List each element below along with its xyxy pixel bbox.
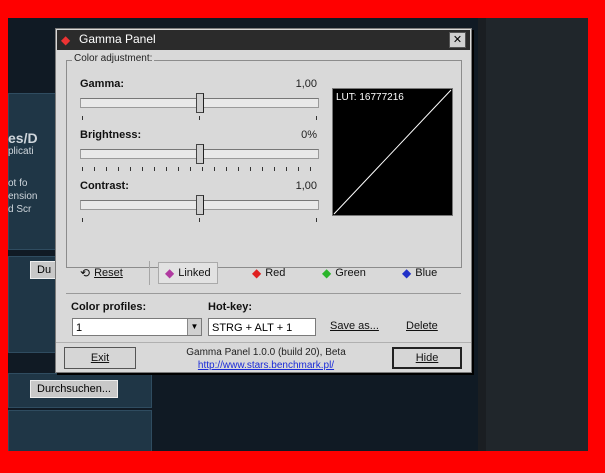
- blue-label: Blue: [415, 267, 438, 279]
- contrast-ticks: [80, 218, 317, 223]
- exit-label: Exit: [90, 352, 110, 364]
- exit-button[interactable]: Exit: [64, 347, 136, 369]
- hide-button[interactable]: Hide: [392, 347, 462, 369]
- screenshot-frame: es/D plicati ot fo ension d Scr Du Durch…: [8, 18, 588, 451]
- separator: [149, 261, 150, 285]
- brightness-value: 0%: [301, 129, 317, 141]
- chevron-down-icon[interactable]: ▼: [187, 319, 201, 335]
- window-title: Gamma Panel: [79, 32, 156, 46]
- color-adjustment-group: Color adjustment: Gamma: 1,00 Brightness…: [66, 53, 462, 268]
- color-profiles-label: Color profiles:: [71, 301, 147, 313]
- delete-button[interactable]: Delete: [406, 320, 438, 332]
- version-text: Gamma Panel 1.0.0 (build 20), Beta: [186, 347, 346, 358]
- blue-diamond-icon: ◆: [402, 266, 412, 280]
- background-text: ot fo: [8, 178, 28, 189]
- group-label: Color adjustment:: [72, 53, 155, 64]
- gamma-label: Gamma:: [80, 78, 125, 90]
- green-diamond-icon: ◆: [322, 266, 332, 280]
- background-text: plicati: [8, 146, 34, 157]
- red-diamond-icon: ◆: [252, 266, 262, 280]
- divider: [56, 342, 471, 343]
- red-label: Red: [265, 267, 286, 279]
- hide-label: Hide: [415, 352, 439, 364]
- color-profiles-select[interactable]: 1 ▼: [72, 318, 202, 336]
- reset-label: Reset: [94, 267, 123, 279]
- gamma-slider-thumb[interactable]: [196, 93, 204, 113]
- background-strip: [486, 18, 588, 451]
- gamma-value: 1,00: [295, 78, 317, 90]
- background-partial-button[interactable]: Du: [30, 261, 59, 279]
- hotkey-label: Hot-key:: [208, 301, 253, 313]
- rgb-diamonds-icon: ◆: [165, 266, 175, 280]
- brightness-label: Brightness:: [80, 129, 142, 141]
- close-button[interactable]: ✕: [449, 32, 466, 48]
- version-info: Gamma Panel 1.0.0 (build 20), Beta http:…: [166, 346, 366, 372]
- red-button[interactable]: ◆ Red: [252, 263, 285, 283]
- browse-button[interactable]: Durchsuchen...: [30, 380, 118, 398]
- contrast-label: Contrast:: [80, 180, 129, 192]
- linked-label: Linked: [178, 267, 211, 279]
- gamma-panel-window: ◆ Gamma Panel ✕ Color adjustment: Gamma:…: [55, 28, 472, 373]
- background-text: es/D: [8, 130, 38, 146]
- hotkey-input[interactable]: STRG + ALT + 1: [208, 318, 316, 336]
- green-label: Green: [335, 267, 366, 279]
- brightness-slider-thumb[interactable]: [196, 144, 204, 164]
- gamma-ticks: [80, 116, 317, 121]
- homepage-link[interactable]: http://www.stars.benchmark.pl/: [166, 359, 366, 372]
- divider: [66, 293, 461, 294]
- save-as-button[interactable]: Save as...: [330, 320, 379, 332]
- background-text: d Scr: [8, 204, 32, 215]
- blue-button[interactable]: ◆ Blue: [402, 263, 437, 283]
- contrast-slider-thumb[interactable]: [196, 195, 204, 215]
- title-bar[interactable]: ◆ Gamma Panel ✕: [57, 30, 470, 50]
- rgb-diamonds-icon: ◆: [61, 33, 71, 47]
- contrast-value: 1,00: [295, 180, 317, 192]
- background-panel: [8, 410, 152, 451]
- linked-button[interactable]: ◆ Linked: [158, 262, 218, 284]
- reset-arrows-icon: ⟲: [80, 266, 91, 280]
- lut-curve: [333, 89, 452, 215]
- green-button[interactable]: ◆ Green: [322, 263, 366, 283]
- background-text: ension: [8, 191, 38, 202]
- lut-preview: LUT: 16777216: [332, 88, 453, 216]
- brightness-ticks: [80, 167, 317, 172]
- reset-button[interactable]: ⟲ Reset: [80, 263, 123, 283]
- color-profiles-value: 1: [76, 322, 83, 334]
- background-panel: [8, 93, 58, 250]
